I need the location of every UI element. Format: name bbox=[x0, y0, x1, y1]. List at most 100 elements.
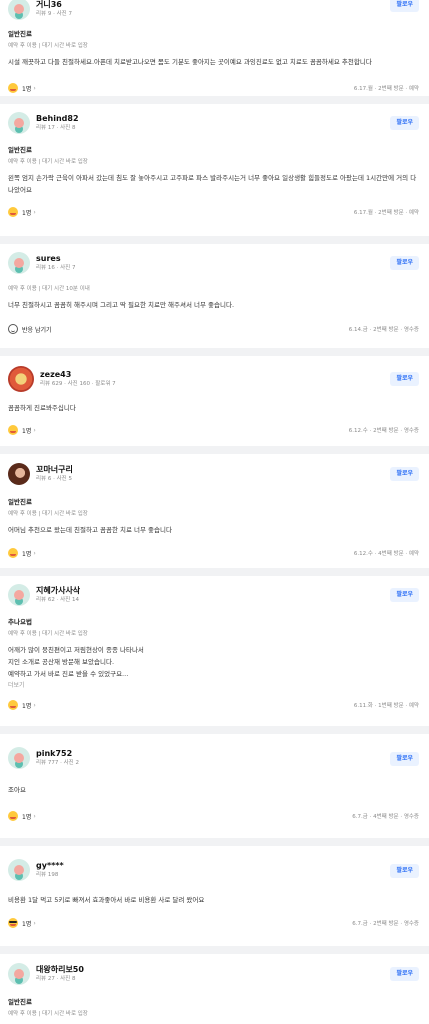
visit-info: 예약 후 이용 | 대기 시간 바로 입장 bbox=[8, 1011, 88, 1017]
visit-type: 일반진료 bbox=[8, 146, 32, 154]
review-text[interactable]: 어머님 추천으로 왔는데 친절하고 꼼꼼한 치료 너무 좋습니다 bbox=[8, 524, 419, 536]
avatar[interactable] bbox=[8, 463, 30, 485]
reviewer-stats: 리뷰 27 · 사진 8 bbox=[36, 976, 76, 982]
avatar[interactable] bbox=[8, 0, 30, 20]
reviewer-name[interactable]: Behind82 bbox=[36, 113, 79, 124]
reviewer-stats: 리뷰 62 · 사진 14 bbox=[36, 597, 79, 603]
review-header: zeze43 리뷰 629 · 사진 160 · 팔로워 7 팔로우 bbox=[8, 356, 419, 402]
avatar[interactable] bbox=[8, 252, 30, 274]
review-footer: 1명 › 6.7.금 · 4번째 방문 · 영수증 bbox=[8, 802, 419, 830]
smile-emoji-icon bbox=[8, 811, 18, 821]
visit-type: 일반진료 bbox=[8, 498, 32, 506]
reviewer-info: 거니36 리뷰 9 · 사진 7 bbox=[36, 0, 72, 19]
reviewer-info: pink752 리뷰 777 · 사진 2 bbox=[36, 748, 79, 768]
review-text[interactable]: 조아요 bbox=[8, 784, 419, 796]
reaction-button[interactable]: 1명 › bbox=[8, 918, 36, 928]
review-text-line: 지인 소개로 공산재 방문해 보았습니다. bbox=[8, 658, 115, 666]
reviewer-name[interactable]: 지혜가사사삭 bbox=[36, 585, 80, 596]
avatar[interactable] bbox=[8, 584, 30, 606]
avatar[interactable] bbox=[8, 747, 30, 769]
review-card: pink752 리뷰 777 · 사진 2 팔로우 조아요 1명 › 6.7.금 … bbox=[0, 734, 429, 838]
reviewer-info: 대왕하리보50 리뷰 27 · 사진 8 bbox=[36, 964, 84, 984]
reviewer-stats: 리뷰 629 · 사진 160 · 팔로워 7 bbox=[40, 381, 116, 387]
reviewer-stats: 리뷰 17 · 사진 8 bbox=[36, 125, 76, 131]
review-text[interactable]: 어깨가 많이 뭉친편이고 저림현상이 종종 나타나서 지인 소개로 공산재 방문… bbox=[8, 644, 419, 680]
visit-type: 일반진료 bbox=[8, 998, 32, 1006]
review-card: 꼬마너구리 리뷰 6 · 사진 5 팔로우 일반진료 예약 후 이용 | 대기 … bbox=[0, 454, 429, 568]
smile-emoji-icon bbox=[8, 548, 18, 558]
review-text[interactable]: 너무 친절하시고 꼼꼼히 해주시며 그리고 딱 필요한 치료만 해주셔서 너무 … bbox=[8, 299, 419, 311]
chevron-right-icon: › bbox=[33, 208, 36, 216]
review-card: 대왕하리보50 리뷰 27 · 사진 8 팔로우 일반진료 예약 후 이용 | … bbox=[0, 954, 429, 1024]
follow-button[interactable]: 팔로우 bbox=[390, 588, 419, 602]
sunglasses-emoji-icon bbox=[8, 918, 18, 928]
review-text[interactable]: 비용환 1달 먹고 5키로 빠져서 효과좋아서 바로 비용환 사로 달려 왔어요 bbox=[8, 894, 419, 906]
visit-date: 6.7.금 · 4번째 방문 · 영수증 bbox=[352, 814, 419, 820]
reaction-button[interactable]: 1명 › bbox=[8, 207, 36, 217]
reaction-count: 1명 bbox=[22, 85, 32, 93]
reaction-count: 1명 bbox=[22, 813, 32, 821]
reviewer-name[interactable]: zeze43 bbox=[40, 369, 116, 380]
avatar[interactable] bbox=[8, 366, 34, 392]
review-text[interactable]: 왼쪽 엄지 손가락 근육이 아파서 갔는데 침도 잘 놓아주시고 고주파로 파스… bbox=[8, 172, 419, 196]
follow-button[interactable]: 팔로우 bbox=[390, 752, 419, 766]
review-header: Behind82 리뷰 17 · 사진 8 팔로우 bbox=[8, 104, 419, 142]
reviewer-name[interactable]: sures bbox=[36, 253, 75, 264]
follow-button[interactable]: 팔로우 bbox=[390, 467, 419, 481]
review-footer: 1명 › 6.17.월 · 2번째 방문 · 예약 bbox=[8, 74, 419, 102]
leave-reaction-button[interactable]: 반응 남기기 bbox=[8, 324, 52, 334]
chevron-right-icon: › bbox=[33, 549, 36, 557]
follow-button[interactable]: 팔로우 bbox=[390, 116, 419, 130]
smile-emoji-icon bbox=[8, 207, 18, 217]
reaction-button[interactable]: 1명 › bbox=[8, 548, 36, 558]
reviewer-name[interactable]: 꼬마너구리 bbox=[36, 464, 73, 475]
reaction-button[interactable]: 1명 › bbox=[8, 425, 36, 435]
visit-date: 6.12.수 · 2번째 방문 · 영수증 bbox=[348, 428, 419, 434]
reviewer-stats: 리뷰 777 · 사진 2 bbox=[36, 760, 79, 766]
visit-type: 일반진료 bbox=[8, 30, 32, 38]
read-more-link[interactable]: 더보기 bbox=[8, 681, 419, 691]
reviewer-name[interactable]: gy**** bbox=[36, 860, 64, 871]
review-text[interactable]: 꼼꼼하게 진료봐주십니다 bbox=[8, 402, 419, 414]
review-header: 대왕하리보50 리뷰 27 · 사진 8 팔로우 bbox=[8, 954, 419, 994]
reaction-count: 1명 bbox=[22, 702, 32, 710]
reviewer-info: gy**** 리뷰 198 bbox=[36, 860, 64, 880]
avatar[interactable] bbox=[8, 112, 30, 134]
review-footer: 반응 남기기 6.14.금 · 2번째 방문 · 영수증 bbox=[8, 315, 419, 343]
reaction-count: 1명 bbox=[22, 920, 32, 928]
reaction-count: 1명 bbox=[22, 209, 32, 217]
visit-date: 6.7.금 · 2번째 방문 · 영수증 bbox=[352, 921, 419, 927]
avatar[interactable] bbox=[8, 859, 30, 881]
reviewer-stats: 리뷰 198 bbox=[36, 872, 59, 878]
reaction-label: 반응 남기기 bbox=[22, 326, 52, 334]
chevron-right-icon: › bbox=[33, 701, 36, 709]
reaction-button[interactable]: 1명 › bbox=[8, 811, 36, 821]
review-footer: 1명 › 6.7.금 · 2번째 방문 · 영수증 bbox=[8, 909, 419, 937]
follow-button[interactable]: 팔로우 bbox=[390, 0, 419, 12]
follow-button[interactable]: 팔로우 bbox=[390, 372, 419, 386]
visit-info: 예약 후 이용 | 대기 시간 바로 입장 bbox=[8, 631, 88, 637]
review-header: gy**** 리뷰 198 팔로우 bbox=[8, 846, 419, 894]
chevron-right-icon: › bbox=[33, 84, 36, 92]
follow-button[interactable]: 팔로우 bbox=[390, 967, 419, 981]
reaction-button[interactable]: 1명 › bbox=[8, 83, 36, 93]
chevron-right-icon: › bbox=[33, 426, 36, 434]
follow-button[interactable]: 팔로우 bbox=[390, 256, 419, 270]
visit-date: 6.11.화 · 1번째 방문 · 예약 bbox=[353, 703, 419, 709]
reviewer-name[interactable]: 대왕하리보50 bbox=[36, 964, 84, 975]
reviewer-name[interactable]: pink752 bbox=[36, 748, 79, 759]
review-card: zeze43 리뷰 629 · 사진 160 · 팔로워 7 팔로우 꼼꼼하게 … bbox=[0, 356, 429, 446]
review-card: sures 리뷰 16 · 사진 7 팔로우 예약 후 이용 | 대기 시간 1… bbox=[0, 244, 429, 348]
avatar[interactable] bbox=[8, 963, 30, 985]
reviewer-stats: 리뷰 9 · 사진 7 bbox=[36, 11, 72, 17]
follow-button[interactable]: 팔로우 bbox=[390, 864, 419, 878]
review-text[interactable]: 시설 깨끗하고 다들 친절하세요.아픈데 치료받고나오면 몸도 기분도 좋아지는… bbox=[8, 56, 419, 68]
reviewer-info: 꼬마너구리 리뷰 6 · 사진 5 bbox=[36, 464, 73, 484]
review-footer: 1명 › 6.12.수 · 4번째 방문 · 예약 bbox=[8, 539, 419, 567]
smile-emoji-icon bbox=[8, 700, 18, 710]
reaction-button[interactable]: 1명 › bbox=[8, 700, 36, 710]
reviewer-name[interactable]: 거니36 bbox=[36, 0, 72, 10]
review-header: 꼬마너구리 리뷰 6 · 사진 5 팔로우 bbox=[8, 454, 419, 494]
review-footer: 1명 › 6.17.월 · 2번째 방문 · 예약 bbox=[8, 198, 419, 226]
visit-date: 6.17.월 · 2번째 방문 · 예약 bbox=[353, 86, 419, 92]
